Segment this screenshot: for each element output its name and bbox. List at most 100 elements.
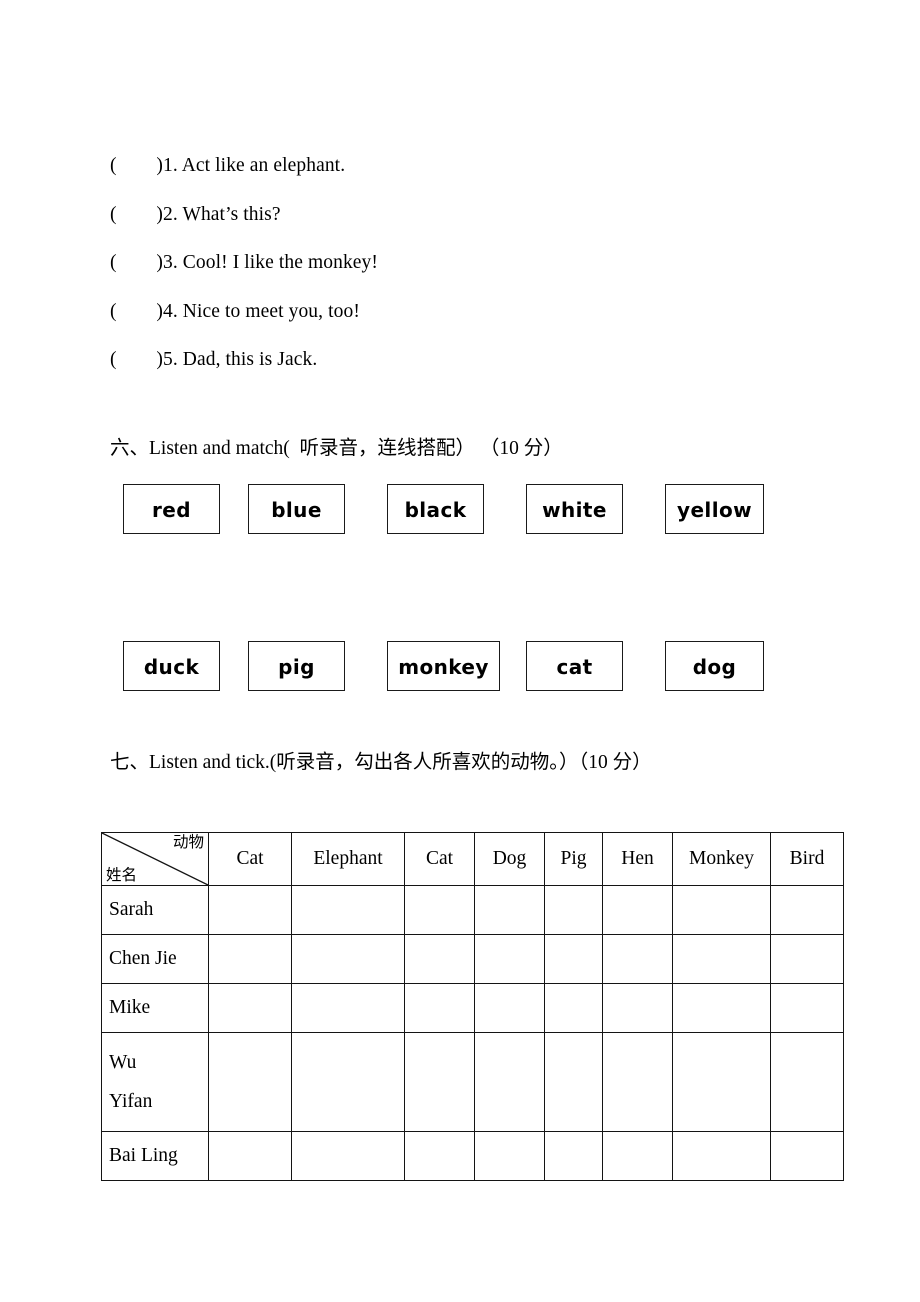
student-name-cell: Mike bbox=[101, 983, 209, 1033]
tick-cell[interactable] bbox=[208, 1131, 292, 1181]
tick-cell[interactable] bbox=[291, 934, 405, 984]
word-card-label: dog bbox=[692, 655, 737, 679]
tick-cell[interactable] bbox=[672, 934, 771, 984]
student-name-line: Wu bbox=[109, 1051, 137, 1073]
listening-choice-list: ( )1. Act like an elephant.( )2. What’s … bbox=[110, 142, 810, 385]
answer-bracket[interactable]: ( ) bbox=[110, 239, 163, 288]
choice-row: ( )2. What’s this? bbox=[110, 191, 810, 240]
color-word-card-yellow[interactable]: yellow bbox=[665, 484, 764, 534]
tick-cell[interactable] bbox=[544, 934, 603, 984]
tick-cell[interactable] bbox=[602, 1131, 673, 1181]
worksheet-page: ( )1. Act like an elephant.( )2. What’s … bbox=[0, 0, 920, 1302]
listen-and-tick-table: 动物 姓名 Cat Elephant Cat Dog Pig Hen Monkey Bird Sa… bbox=[101, 832, 844, 1181]
tick-cell[interactable] bbox=[208, 983, 292, 1033]
choice-sentence: Act like an elephant. bbox=[177, 155, 346, 176]
table-header-row: 动物 姓名 Cat Elephant Cat Dog Pig Hen Monkey Bird bbox=[101, 832, 844, 886]
choice-row: ( )5. Dad, this is Jack. bbox=[110, 336, 810, 385]
word-card-label: black bbox=[404, 498, 467, 522]
tick-cell[interactable] bbox=[770, 1131, 844, 1181]
tick-cell[interactable] bbox=[404, 1032, 475, 1132]
corner-label-name: 姓名 bbox=[106, 866, 138, 884]
answer-bracket[interactable]: ( ) bbox=[110, 142, 163, 191]
tick-cell[interactable] bbox=[404, 983, 475, 1033]
table-column-header: Dog bbox=[474, 832, 545, 886]
student-name-cell: Bai Ling bbox=[101, 1131, 209, 1181]
tick-cell[interactable] bbox=[602, 1032, 673, 1132]
choice-row: ( )1. Act like an elephant. bbox=[110, 142, 810, 191]
tick-cell[interactable] bbox=[208, 934, 292, 984]
color-word-card-red[interactable]: red bbox=[123, 484, 220, 534]
tick-cell[interactable] bbox=[404, 1131, 475, 1181]
table-corner-cell: 动物 姓名 bbox=[101, 832, 209, 886]
tick-cell[interactable] bbox=[544, 1131, 603, 1181]
choice-row: ( )4. Nice to meet you, too! bbox=[110, 288, 810, 337]
table-column-header: Cat bbox=[208, 832, 292, 886]
tick-cell[interactable] bbox=[544, 1032, 603, 1132]
animal-word-card-cat[interactable]: cat bbox=[526, 641, 623, 691]
tick-cell[interactable] bbox=[404, 885, 475, 935]
word-card-label: cat bbox=[556, 655, 593, 679]
answer-bracket[interactable]: ( ) bbox=[110, 191, 163, 240]
tick-cell[interactable] bbox=[602, 983, 673, 1033]
section-six-heading: 六、Listen and match( 听录音，连线搭配） （10 分） bbox=[110, 438, 563, 459]
animal-word-card-monkey[interactable]: monkey bbox=[387, 641, 500, 691]
choice-sentence: Nice to meet you, too! bbox=[177, 300, 360, 322]
student-name-cell: Sarah bbox=[101, 885, 209, 935]
choice-number: 3. bbox=[163, 252, 178, 273]
choice-sentence: Cool! I like the monkey! bbox=[177, 252, 378, 273]
choice-number: 1. bbox=[163, 155, 178, 176]
tick-cell[interactable] bbox=[474, 1032, 545, 1132]
tick-cell[interactable] bbox=[770, 1032, 844, 1132]
word-card-label: monkey bbox=[398, 655, 489, 679]
color-word-card-black[interactable]: black bbox=[387, 484, 484, 534]
table-column-header: Bird bbox=[770, 832, 844, 886]
table-column-header: Hen bbox=[602, 832, 673, 886]
choice-number: 4. bbox=[163, 300, 178, 322]
tick-cell[interactable] bbox=[291, 1131, 405, 1181]
tick-cell[interactable] bbox=[672, 885, 771, 935]
choice-sentence: What’s this? bbox=[177, 203, 281, 225]
tick-cell[interactable] bbox=[544, 885, 603, 935]
tick-cell[interactable] bbox=[208, 1032, 292, 1132]
tick-cell[interactable] bbox=[602, 885, 673, 935]
table-column-header: Cat bbox=[404, 832, 475, 886]
tick-cell[interactable] bbox=[672, 1032, 771, 1132]
tick-cell[interactable] bbox=[291, 1032, 405, 1132]
tick-cell[interactable] bbox=[770, 983, 844, 1033]
tick-cell[interactable] bbox=[770, 885, 844, 935]
word-card-label: duck bbox=[143, 655, 200, 679]
table-column-header: Elephant bbox=[291, 832, 405, 886]
tick-cell[interactable] bbox=[672, 1131, 771, 1181]
color-word-card-blue[interactable]: blue bbox=[248, 484, 345, 534]
choice-sentence: Dad, this is Jack. bbox=[177, 349, 318, 370]
animal-word-card-dog[interactable]: dog bbox=[665, 641, 764, 691]
tick-cell[interactable] bbox=[474, 1131, 545, 1181]
table-row: Sarah bbox=[101, 885, 844, 935]
tick-cell[interactable] bbox=[770, 934, 844, 984]
tick-cell[interactable] bbox=[404, 934, 475, 984]
tick-cell[interactable] bbox=[672, 983, 771, 1033]
choice-row: ( )3. Cool! I like the monkey! bbox=[110, 239, 810, 288]
table-header: 动物 姓名 Cat Elephant Cat Dog Pig Hen Monkey Bird bbox=[101, 832, 844, 886]
student-name-line: Yifan bbox=[109, 1090, 153, 1112]
tick-cell[interactable] bbox=[208, 885, 292, 935]
tick-cell[interactable] bbox=[474, 983, 545, 1033]
student-name-cell: Chen Jie bbox=[101, 934, 209, 984]
answer-bracket[interactable]: ( ) bbox=[110, 336, 163, 385]
animal-word-card-duck[interactable]: duck bbox=[123, 641, 220, 691]
section-seven-heading: 七、Listen and tick.(听录音，勾出各人所喜欢的动物。）（10 分… bbox=[110, 752, 652, 773]
table-row: Mike bbox=[101, 983, 844, 1033]
table-column-header: Monkey bbox=[672, 832, 771, 886]
animal-word-card-pig[interactable]: pig bbox=[248, 641, 345, 691]
answer-bracket[interactable]: ( ) bbox=[110, 288, 163, 337]
color-word-card-white[interactable]: white bbox=[526, 484, 623, 534]
table-body: Sarah Chen Jie Mike Wu Yifan Bai Ling bbox=[101, 885, 844, 1181]
table-row: Wu Yifan bbox=[101, 1032, 844, 1132]
tick-cell[interactable] bbox=[291, 885, 405, 935]
tick-cell[interactable] bbox=[602, 934, 673, 984]
tick-cell[interactable] bbox=[544, 983, 603, 1033]
tick-cell[interactable] bbox=[291, 983, 405, 1033]
tick-cell[interactable] bbox=[474, 885, 545, 935]
table-row: Chen Jie bbox=[101, 934, 844, 984]
tick-cell[interactable] bbox=[474, 934, 545, 984]
